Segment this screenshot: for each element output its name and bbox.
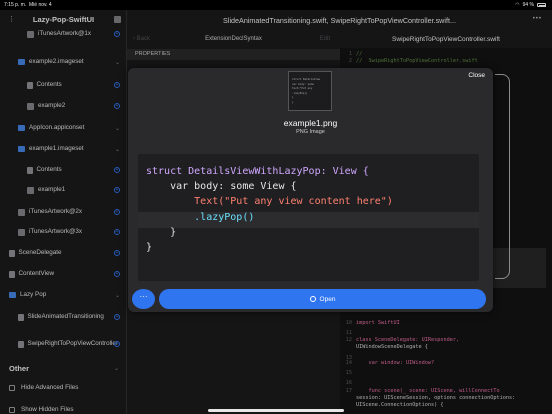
battery-icon: [537, 3, 546, 7]
home-indicator: [208, 409, 344, 412]
file-thumbnail: struct DetailsView var body: some Text("…: [288, 71, 332, 111]
preview-code-line: }: [146, 227, 177, 238]
preview-code-line: struct DetailsViewWithLazyPop: View {: [146, 166, 369, 177]
status-indicators: ◠ 94 %: [515, 2, 546, 8]
status-time-date: 7:15 p. m. Mié nov. 4: [4, 2, 52, 8]
open-label: Open: [319, 295, 336, 303]
thumbnail-code-line: var body: some: [292, 82, 314, 86]
preview-code-line: .lazyPop(): [146, 212, 255, 223]
status-bar: 7:15 p. m. Mié nov. 4 ◠ 94 %: [0, 0, 552, 10]
preview-code-line: }: [146, 242, 153, 253]
image-preview: struct DetailsViewWithLazyPop: View { va…: [138, 154, 479, 281]
file-name: example1.png: [283, 118, 338, 128]
quick-look-panel: Close struct DetailsView var body: some …: [128, 68, 493, 312]
file-type: PNG Image: [296, 129, 325, 135]
status-time: 7:15 p. m.: [4, 2, 27, 8]
open-icon: [309, 296, 316, 302]
thumbnail-code-line: struct DetailsView: [292, 78, 321, 81]
thumbnail-code-line: }: [292, 100, 294, 104]
status-date: Mié nov. 4: [29, 2, 52, 8]
wifi-icon: ◠: [515, 2, 520, 8]
thumbnail-code-line: Text("Put any: [292, 87, 313, 90]
preview-code-line: Text("Put any view content here"): [146, 196, 393, 207]
thumbnail-code-line: }: [292, 96, 294, 99]
close-button[interactable]: Close: [468, 72, 485, 79]
thumbnail-code-line: .lazyPop(): [292, 91, 308, 95]
battery-percent: 94 %: [522, 2, 534, 8]
open-button[interactable]: Open: [159, 289, 486, 309]
more-button[interactable]: ···: [132, 289, 155, 309]
preview-code-line: var body: some View {: [146, 181, 297, 192]
